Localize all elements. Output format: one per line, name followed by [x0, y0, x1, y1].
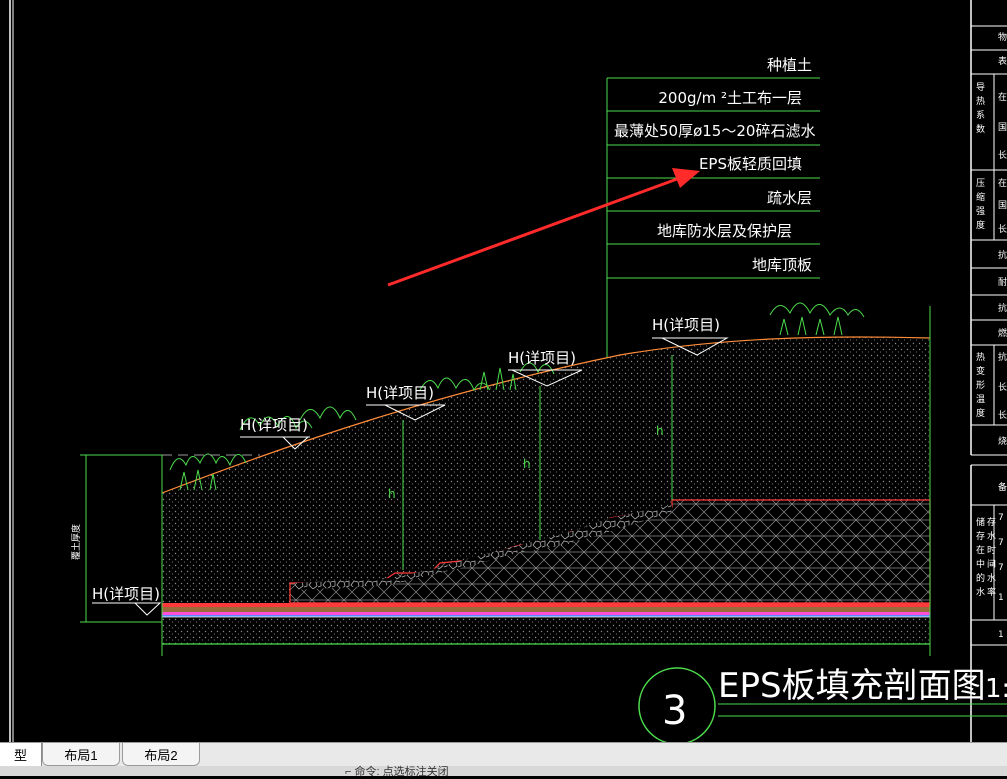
layer-label-6: 地库防水层及保护层	[657, 222, 792, 240]
svg-text:存: 存	[976, 530, 985, 542]
layout-tab-bar: 型 布局1 布局2	[0, 742, 1007, 767]
svg-text:热: 热	[976, 95, 985, 107]
svg-text:间: 间	[987, 558, 996, 570]
svg-text:7: 7	[998, 538, 1004, 548]
svg-text:导: 导	[976, 82, 985, 93]
svg-text:抗: 抗	[998, 351, 1007, 363]
scale-label: 1:5	[985, 674, 1007, 704]
svg-text:抗: 抗	[998, 249, 1007, 261]
svg-text:表: 表	[998, 55, 1007, 67]
command-line[interactable]: ⌐ 命令: 点选标注关闭	[0, 766, 1007, 778]
svg-text:长: 长	[998, 223, 1007, 235]
svg-text:系: 系	[976, 110, 985, 121]
svg-text:H(详项目): H(详项目)	[508, 349, 576, 367]
svg-text:国: 国	[998, 122, 1007, 133]
tab-model[interactable]: 型	[0, 743, 42, 766]
svg-text:热: 热	[976, 351, 985, 363]
svg-text:长: 长	[998, 149, 1007, 161]
svg-text:变: 变	[976, 365, 985, 377]
command-text: ⌐ 命令: 点选标注关闭	[345, 766, 449, 778]
elevation-tag-1: H(详项目)	[92, 585, 162, 616]
svg-text:长: 长	[998, 381, 1007, 393]
svg-text:抗: 抗	[998, 302, 1007, 314]
svg-text:水: 水	[976, 586, 985, 598]
svg-text:H(详项目): H(详项目)	[366, 384, 434, 402]
tab-layout2[interactable]: 布局2	[122, 743, 200, 766]
svg-text:率: 率	[987, 586, 996, 598]
svg-text:燃: 燃	[998, 327, 1007, 339]
svg-text:存: 存	[987, 516, 996, 528]
svg-text:在: 在	[976, 544, 985, 556]
svg-text:烧: 烧	[998, 435, 1007, 447]
svg-text:压: 压	[976, 178, 985, 189]
side-thickness-label: 覆土厚度	[70, 524, 82, 560]
svg-text:7: 7	[998, 513, 1004, 523]
tab-layout1[interactable]: 布局1	[42, 743, 120, 766]
base-layers	[162, 603, 930, 645]
svg-text:水: 水	[987, 530, 996, 542]
red-arrow	[387, 168, 700, 287]
title-block: 物表 导热系数 在国长 压缩强度 在国长 抗耐抗 燃抗 热变形温度 长长 烧备 …	[970, 0, 1007, 742]
drawing-canvas[interactable]: 物表 导热系数 在国长 压缩强度 在国长 抗耐抗 燃抗 热变形温度 长长 烧备 …	[0, 0, 1007, 742]
svg-text:水: 水	[987, 572, 996, 584]
svg-text:1: 1	[998, 630, 1004, 640]
detail-number: 3	[662, 688, 687, 734]
svg-text:在: 在	[998, 177, 1007, 189]
svg-text:形: 形	[976, 379, 985, 391]
svg-text:的: 的	[976, 572, 985, 584]
svg-text:度: 度	[976, 219, 985, 231]
svg-text:数: 数	[976, 123, 985, 135]
svg-text:国: 国	[998, 200, 1007, 211]
svg-text:时: 时	[987, 544, 996, 556]
svg-text:度: 度	[976, 407, 985, 419]
svg-text:1: 1	[998, 593, 1004, 603]
svg-text:h: h	[388, 487, 396, 501]
svg-text:长: 长	[998, 409, 1007, 421]
layer-label-4: EPS板轻质回填	[699, 155, 802, 173]
drawing-title: EPS板填充剖面图	[718, 666, 986, 706]
svg-text:h: h	[656, 424, 664, 438]
layer-label-7: 地库顶板	[752, 256, 812, 274]
svg-text:耐: 耐	[998, 276, 1007, 288]
layer-label-2: 200g/m ²土工布一层	[658, 89, 802, 107]
svg-text:温: 温	[976, 394, 985, 405]
svg-text:h: h	[523, 457, 531, 471]
svg-text:H(详项目): H(详项目)	[92, 585, 160, 603]
svg-text:在: 在	[998, 91, 1007, 103]
layer-label-5: 疏水层	[767, 189, 812, 207]
svg-text:H(详项目): H(详项目)	[652, 316, 720, 334]
layer-label-1: 种植土	[767, 56, 812, 74]
svg-text:物: 物	[998, 31, 1007, 43]
svg-text:备: 备	[998, 481, 1007, 493]
svg-text:H(详项目): H(详项目)	[240, 416, 308, 434]
svg-text:中: 中	[976, 558, 985, 570]
svg-text:缩: 缩	[976, 191, 985, 203]
svg-text:储: 储	[976, 516, 985, 528]
svg-text:7: 7	[998, 563, 1004, 573]
layer-label-3: 最薄处50厚ø15～20碎石滤水	[614, 122, 815, 140]
svg-text:强: 强	[976, 206, 985, 217]
